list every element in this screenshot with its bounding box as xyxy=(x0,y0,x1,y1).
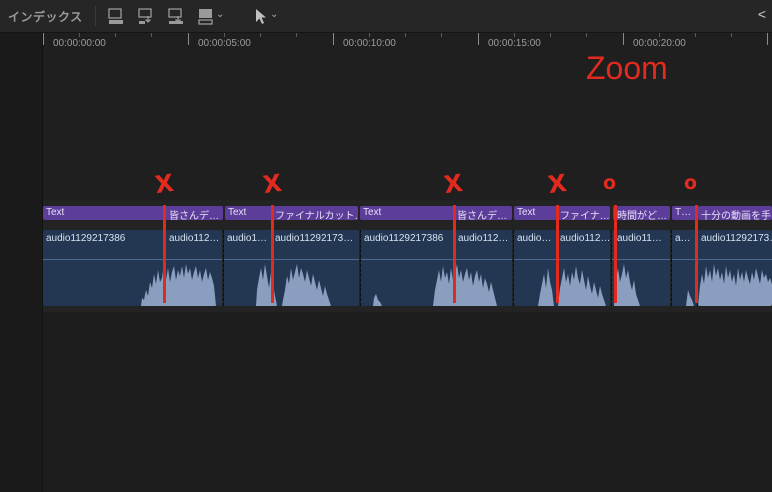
ruler-tick xyxy=(43,33,44,45)
audio-waveform xyxy=(686,290,694,306)
ruler-label: 00:00:00:00 xyxy=(53,38,106,49)
audio-waveform xyxy=(141,264,216,306)
title-clip[interactable]: Text 皆さんデ… xyxy=(43,206,223,220)
ruler-minor-tick xyxy=(731,33,732,37)
audio-waveform xyxy=(256,264,331,306)
ruler-minor-tick xyxy=(659,33,660,37)
x-mark: X xyxy=(153,168,176,200)
audio-clip-label: audio… xyxy=(517,233,552,244)
title-clip[interactable]: Text ファイナルカット… xyxy=(225,206,358,220)
zoom-annotation: Zoom xyxy=(586,50,668,86)
cut-marker-line xyxy=(271,205,274,303)
title-clip-label: 皆さんデ… xyxy=(169,211,219,220)
audio-clip[interactable]: audio… audio112… xyxy=(514,230,610,306)
collapse-arrow-icon[interactable]: < xyxy=(758,6,766,22)
x-mark: X xyxy=(261,168,284,200)
title-clip[interactable]: T… xyxy=(672,206,696,220)
title-clip-label: T… xyxy=(675,207,692,218)
cut-marker-line xyxy=(556,205,559,303)
ruler-label: 00:00:10:00 xyxy=(343,38,396,49)
audio-clip[interactable]: audio11… xyxy=(612,230,670,306)
audio-clip-label: audio1129217386 xyxy=(364,233,444,244)
audio-clip[interactable]: audio1129217386 audio112… xyxy=(361,230,512,306)
x-mark: X xyxy=(546,168,569,200)
ruler-minor-tick xyxy=(115,33,116,37)
audio-waveform xyxy=(698,264,772,306)
title-clip-label: 皆さんデ… xyxy=(457,211,507,220)
empty-track-area[interactable] xyxy=(43,312,772,492)
timeline-left-gutter xyxy=(0,33,43,492)
title-clip-label: ファイナルカット… xyxy=(275,211,358,220)
cut-marker-line xyxy=(163,205,166,303)
ruler-minor-tick xyxy=(369,33,370,37)
insert-clip-icon[interactable] xyxy=(136,6,156,26)
connect-clip-icon[interactable] xyxy=(196,6,216,26)
audio-waveform xyxy=(614,264,640,306)
cut-marker-line xyxy=(614,205,617,303)
audio-waveform xyxy=(373,264,497,306)
circle-mark: o xyxy=(603,172,617,194)
title-clip-label: 時間がど… xyxy=(617,211,667,220)
ruler-tick xyxy=(188,33,189,45)
ruler-minor-tick xyxy=(695,33,696,37)
ruler-minor-tick xyxy=(586,33,587,37)
ruler-minor-tick xyxy=(79,33,80,37)
append-clip-icon[interactable] xyxy=(106,6,126,26)
audio-clip-label: audio112… xyxy=(169,233,220,244)
audio-clip[interactable]: audio11292173… xyxy=(698,230,772,306)
audio-clip-label: audio11292173… xyxy=(701,233,772,244)
ruler-minor-tick xyxy=(441,33,442,37)
ruler-label: 00:00:05:00 xyxy=(198,38,251,49)
tool-chevron-down-icon[interactable]: ⌄ xyxy=(270,9,278,20)
title-clip-label: Text xyxy=(363,207,382,218)
title-clip-label: ファイナ… xyxy=(560,211,610,220)
ruler-label: 00:00:15:00 xyxy=(488,38,541,49)
audio-clip-label: audio112… xyxy=(458,233,509,244)
ruler-minor-tick xyxy=(550,33,551,37)
ruler-minor-tick xyxy=(151,33,152,37)
ruler-tick xyxy=(478,33,479,45)
title-clip[interactable]: Text 皆さんデ… xyxy=(360,206,512,220)
timeline-toolbar: インデックス ⌄ ⌄ < xyxy=(0,0,772,33)
audio-clip[interactable]: audio1… audio11292173… xyxy=(224,230,359,306)
index-button[interactable]: インデックス xyxy=(8,8,83,25)
select-tool-icon[interactable] xyxy=(251,6,271,26)
audio-waveform xyxy=(538,266,606,306)
toolbar-divider xyxy=(95,6,96,26)
circle-mark: o xyxy=(684,172,698,194)
ruler-tick xyxy=(767,33,768,45)
cut-marker-line xyxy=(453,205,456,303)
title-clip-label: Text xyxy=(517,207,536,218)
connect-chevron-down-icon[interactable]: ⌄ xyxy=(216,9,224,20)
audio-clip[interactable]: audio1129217386 audio112… xyxy=(43,230,222,306)
ruler-minor-tick xyxy=(224,33,225,37)
audio-clip-label: audio1… xyxy=(227,233,268,244)
title-clip-label: Text xyxy=(46,207,65,218)
ruler-label: 00:00:20:00 xyxy=(633,38,686,49)
audio-clip-label: audio11292173… xyxy=(275,233,354,244)
ruler-minor-tick xyxy=(405,33,406,37)
audio-clip-label: a… xyxy=(675,233,691,244)
title-clip-label: 十分の動画を手… xyxy=(701,211,772,220)
title-clip[interactable]: Text ファイナ… xyxy=(514,206,610,220)
audio-clip[interactable]: a… xyxy=(672,230,697,306)
ruler-minor-tick xyxy=(296,33,297,37)
ruler-minor-tick xyxy=(514,33,515,37)
title-clip-label: Text xyxy=(228,207,247,218)
title-clip[interactable]: 十分の動画を手… xyxy=(698,206,772,220)
audio-clip-label: audio112… xyxy=(560,233,610,244)
audio-clip-label: audio11… xyxy=(617,233,662,244)
ruler-tick xyxy=(333,33,334,45)
audio-clip-label: audio1129217386 xyxy=(46,233,126,244)
ruler-tick xyxy=(623,33,624,45)
ruler-minor-tick xyxy=(260,33,261,37)
cut-marker-line xyxy=(695,205,698,303)
x-mark: X xyxy=(442,168,465,200)
title-clip[interactable]: 時間がど… xyxy=(613,206,670,220)
overwrite-clip-icon[interactable] xyxy=(166,6,186,26)
